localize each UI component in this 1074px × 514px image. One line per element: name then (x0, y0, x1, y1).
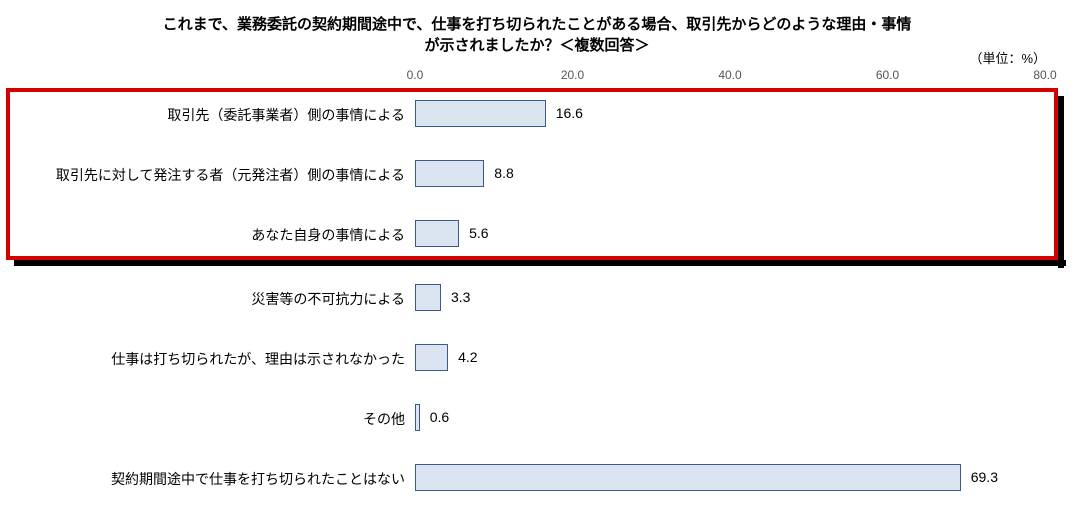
chart-row: その他 0.6 (0, 404, 1074, 434)
category-label: その他 (0, 404, 405, 434)
value-label: 8.8 (494, 160, 513, 187)
bar (415, 464, 961, 491)
bar (415, 344, 448, 371)
chart-row: 契約期間途中で仕事を打ち切られたことはない 69.3 (0, 464, 1074, 494)
shadow-bottom (14, 260, 1066, 266)
title-line-2: が示されましたか？＜複数回答＞ (424, 37, 649, 54)
value-label: 0.6 (430, 404, 449, 431)
axis-tick: 40.0 (718, 68, 741, 82)
axis-tick: 0.0 (407, 68, 424, 82)
category-label: 契約期間途中で仕事を打ち切られたことはない (0, 464, 405, 494)
chart-row: 災害等の不可抗力による 3.3 (0, 284, 1074, 314)
value-label: 16.6 (556, 100, 583, 127)
title-line-1: これまで、業務委託の契約期間途中で、仕事を打ち切られたことがある場合、取引先から… (163, 16, 912, 33)
category-label: 仕事は打ち切られたが、理由は示されなかった (0, 344, 405, 374)
shadow-right (1058, 96, 1064, 268)
chart-title: これまで、業務委託の契約期間途中で、仕事を打ち切られたことがある場合、取引先から… (0, 0, 1074, 56)
value-label: 3.3 (451, 284, 470, 311)
chart-row: あなた自身の事情による 5.6 (0, 220, 1074, 250)
category-label: 災害等の不可抗力による (0, 284, 405, 314)
bar (415, 100, 546, 127)
bar (415, 404, 420, 431)
chart-row: 取引先（委託事業者）側の事情による 16.6 (0, 100, 1074, 130)
bar (415, 220, 459, 247)
value-label: 4.2 (458, 344, 477, 371)
unit-label: （単位：%） (969, 48, 1046, 67)
axis-tick: 80.0 (1033, 68, 1056, 82)
chart-row: 仕事は打ち切られたが、理由は示されなかった 4.2 (0, 344, 1074, 374)
category-label: 取引先（委託事業者）側の事情による (0, 100, 405, 130)
axis-tick: 20.0 (561, 68, 584, 82)
value-label: 69.3 (971, 464, 998, 491)
bar (415, 160, 484, 187)
category-label: 取引先に対して発注する者（元発注者）側の事情による (0, 160, 405, 190)
axis-tick: 60.0 (876, 68, 899, 82)
bar (415, 284, 441, 311)
chart-row: 取引先に対して発注する者（元発注者）側の事情による 8.8 (0, 160, 1074, 190)
category-label: あなた自身の事情による (0, 220, 405, 250)
value-label: 5.6 (469, 220, 488, 247)
bar-chart: 0.0 20.0 40.0 60.0 80.0 取引先（委託事業者）側の事情による 16.… (0, 68, 1074, 514)
